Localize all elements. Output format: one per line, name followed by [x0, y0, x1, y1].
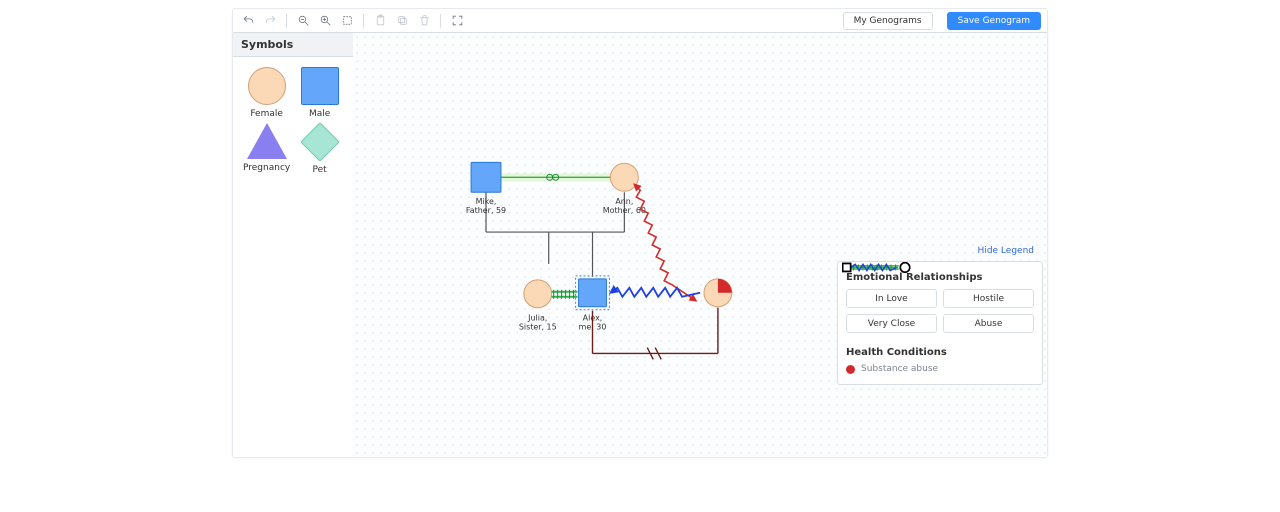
node-label: Sister, 15 [519, 323, 557, 332]
health-dot-icon [846, 365, 855, 374]
legend-card-veryclose[interactable]: Very Close [846, 314, 937, 333]
zoom-in-icon[interactable] [316, 12, 334, 30]
symbol-label: Male [309, 109, 330, 119]
node-label: Ann, [615, 197, 633, 206]
delete-icon[interactable] [415, 12, 433, 30]
node-label: Mike, [476, 197, 497, 206]
save-button[interactable]: Save Genogram [947, 12, 1041, 30]
symbol-label: Pregnancy [243, 163, 290, 173]
pet-icon [300, 122, 340, 162]
zoom-out-icon[interactable] [294, 12, 312, 30]
legend-card-abuse[interactable]: Abuse [943, 314, 1034, 333]
redo-icon[interactable] [261, 12, 279, 30]
symbol-pet[interactable]: Pet [296, 123, 343, 175]
legend-card-hostile[interactable]: Hostile [943, 289, 1034, 308]
my-genograms-label: My Genograms [854, 16, 922, 26]
legend-card-label: In Love [875, 294, 907, 304]
female-icon [248, 67, 286, 105]
legend-panel: Hide Legend Emotional Relationships In L… [837, 261, 1043, 385]
hide-legend-link[interactable]: Hide Legend [978, 246, 1034, 256]
relation-very-close[interactable] [552, 290, 578, 299]
node-label: Julia, [527, 314, 547, 323]
copy-icon[interactable] [393, 12, 411, 30]
male-icon [301, 67, 339, 105]
genogram-diagram: Mike, Father, 59 Ann, Mother, 60 [353, 33, 1047, 457]
fullscreen-icon[interactable] [448, 12, 466, 30]
select-area-icon[interactable] [338, 12, 356, 30]
relation-hostile[interactable] [634, 184, 696, 300]
symbol-label: Female [250, 109, 283, 119]
node-label: Father, 59 [466, 206, 506, 215]
pregnancy-icon [247, 123, 287, 159]
legend-card-label: Hostile [973, 294, 1004, 304]
legend-card-inlove[interactable]: In Love [846, 289, 937, 308]
node-mike[interactable]: Mike, Father, 59 [466, 162, 506, 215]
editor-canvas[interactable]: Mike, Father, 59 Ann, Mother, 60 [353, 33, 1047, 457]
relation-abuse[interactable] [610, 288, 700, 297]
toolbar: My Genograms Save Genogram [233, 9, 1047, 33]
node-label: Mother, 60 [603, 206, 646, 215]
save-label: Save Genogram [958, 16, 1030, 26]
legend-section-title: Health Conditions [846, 347, 1034, 358]
node-julia[interactable]: Julia, Sister, 15 [519, 280, 557, 332]
symbol-pregnancy[interactable]: Pregnancy [243, 123, 290, 175]
node-partner[interactable] [704, 279, 732, 307]
legend-card-label: Abuse [975, 319, 1003, 329]
symbol-label: Pet [313, 165, 327, 175]
symbols-sidebar: Symbols Female Male Pregnancy Pet [233, 33, 353, 185]
sidebar-title: Symbols [233, 33, 353, 57]
legend-card-label: Very Close [868, 319, 915, 329]
legend-health-label: Substance abuse [861, 364, 938, 374]
relation-divorced[interactable] [593, 308, 718, 360]
legend-health-item: Substance abuse [846, 364, 1034, 374]
symbol-male[interactable]: Male [296, 67, 343, 119]
app-window: My Genograms Save Genogram Symbols Femal… [232, 8, 1048, 458]
paste-icon[interactable] [371, 12, 389, 30]
undo-icon[interactable] [239, 12, 257, 30]
my-genograms-button[interactable]: My Genograms [843, 12, 933, 30]
symbol-female[interactable]: Female [243, 67, 290, 119]
